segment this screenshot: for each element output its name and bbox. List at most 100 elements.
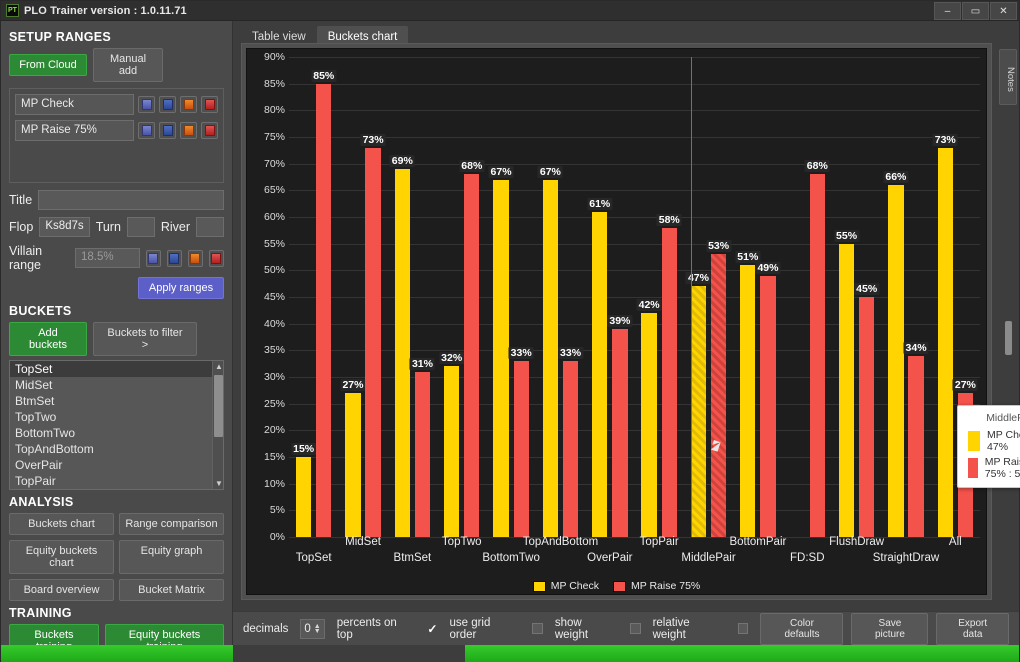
chevron-down-icon[interactable]: ▼ — [314, 628, 321, 635]
use-grid-order-label: use grid order — [449, 616, 491, 641]
bar-toppair-raise[interactable] — [661, 227, 677, 537]
use-grid-order-checkbox[interactable] — [531, 623, 543, 634]
analysis-button-equity-buckets-chart[interactable]: Equity buckets chart — [9, 540, 114, 574]
bar-midset-check[interactable] — [345, 393, 361, 537]
buckets-to-filter-button[interactable]: Buckets to filter > — [93, 322, 197, 356]
bucket-list-item[interactable]: BtmSet — [10, 393, 223, 409]
save-icon[interactable] — [138, 122, 155, 139]
analysis-button-range-comparison[interactable]: Range comparison — [119, 513, 224, 535]
export-data-button[interactable]: Export data — [936, 612, 1010, 645]
decimals-stepper[interactable]: 0 ▲ ▼ — [300, 618, 325, 639]
bar-bottompair-check[interactable] — [740, 265, 756, 537]
bar-topandbottom-check[interactable] — [542, 179, 559, 537]
open-icon[interactable] — [187, 249, 203, 267]
analysis-button-bucket-matrix[interactable]: Bucket Matrix — [119, 579, 224, 601]
percents-on-top-checkbox[interactable]: ✓ — [427, 622, 437, 636]
x-axis-label: BottomPair — [729, 536, 787, 548]
flop-input[interactable]: Ks8d7s — [39, 217, 90, 237]
bar-topset-check[interactable] — [295, 457, 312, 537]
bar-straightdraw-check[interactable] — [888, 185, 904, 537]
board-field-row: Flop Ks8d7s Turn River — [9, 217, 224, 237]
analysis-button-board-overview[interactable]: Board overview — [9, 579, 114, 601]
bar-topset-raise[interactable] — [316, 83, 332, 537]
range-name-input-1[interactable]: MP Raise 75% — [15, 120, 134, 141]
add-buckets-button[interactable]: Add buckets — [9, 322, 87, 356]
buckets-buttons: Add buckets Buckets to filter > — [9, 322, 224, 356]
turn-label: Turn — [95, 220, 121, 234]
delete-icon[interactable] — [208, 249, 224, 267]
save-picture-button[interactable]: Save picture — [851, 612, 929, 645]
bar-flushdraw-check[interactable] — [838, 243, 855, 537]
y-axis-tick-label: 60% — [263, 210, 285, 223]
villain-range-input[interactable]: 18.5% — [75, 248, 140, 268]
stepper-arrows[interactable]: ▲ ▼ — [314, 623, 321, 635]
save-icon[interactable] — [145, 249, 161, 267]
delete-icon[interactable] — [201, 96, 218, 113]
analysis-heading: ANALYSIS — [9, 495, 74, 509]
scrollbar-thumb[interactable] — [214, 375, 223, 437]
bar-middlepair-check[interactable] — [690, 286, 707, 537]
delete-icon[interactable] — [201, 122, 218, 139]
bucket-list-item[interactable]: OverPair — [10, 457, 223, 473]
bar-btmset-check[interactable] — [394, 169, 410, 537]
bucket-list-item[interactable]: TopTwo — [10, 409, 223, 425]
bar-bottompair-raise[interactable] — [760, 275, 776, 537]
bucket-list-item[interactable]: BottomTwo — [10, 425, 223, 441]
copy-icon[interactable] — [166, 249, 182, 267]
bar-overpair-raise[interactable] — [612, 329, 628, 537]
range-name-input-0[interactable]: MP Check — [15, 94, 134, 115]
manual-add-button[interactable]: Manual add — [93, 48, 163, 82]
bar-btmset-raise[interactable] — [414, 371, 431, 537]
chart-scrollbar-thumb[interactable] — [1005, 321, 1012, 355]
chart-plot-area[interactable]: 0% 5% 10% 15% 20% 25% 30% 35% 40% 45% 50% 55% 60% 65%… — [246, 48, 1020, 595]
bar-toptwo-raise[interactable] — [464, 174, 480, 537]
open-icon[interactable] — [180, 96, 197, 113]
bar-all-check[interactable] — [937, 147, 953, 537]
show-weight-checkbox[interactable] — [629, 623, 641, 634]
status-progress-bar — [1, 645, 233, 662]
bar-toptwo-check[interactable] — [444, 366, 460, 537]
chevron-up-icon[interactable]: ▲ — [215, 362, 223, 371]
copy-icon[interactable] — [159, 96, 176, 113]
bucket-list-item[interactable]: MiddlePair — [10, 489, 223, 490]
bar-midset-raise[interactable] — [365, 147, 381, 537]
bucket-list-item[interactable]: TopPair — [10, 473, 223, 489]
color-defaults-button[interactable]: Color defaults — [760, 612, 844, 645]
flop-label: Flop — [9, 220, 34, 234]
open-icon[interactable] — [180, 122, 197, 139]
y-axis-tick-label: 70% — [263, 157, 285, 170]
copy-icon[interactable] — [159, 122, 176, 139]
y-axis-tick-label: 55% — [263, 237, 285, 250]
villain-range-row: Villain range 18.5% — [9, 244, 224, 272]
apply-ranges-button[interactable]: Apply ranges — [138, 277, 224, 299]
bar-straightdraw-raise[interactable] — [908, 355, 924, 537]
relative-weight-checkbox[interactable] — [737, 623, 749, 634]
bar-topandbottom-raise[interactable] — [562, 361, 579, 537]
bar-flushdraw-raise[interactable] — [859, 297, 875, 537]
bucket-list-item[interactable]: MidSet — [10, 377, 223, 393]
bar-bottomtwo-check[interactable] — [493, 179, 509, 537]
title-input[interactable] — [38, 190, 224, 210]
y-axis-tick-label: 10% — [263, 477, 285, 490]
maximize-button[interactable]: ▭ — [962, 1, 989, 20]
bar-overpair-check[interactable] — [592, 211, 608, 537]
analysis-button-equity-graph[interactable]: Equity graph — [119, 540, 224, 574]
title-bar: PT PLO Trainer version : 1.0.11.71 – ▭ ✕ — [1, 1, 1019, 21]
notes-tab[interactable]: Notes — [999, 49, 1017, 105]
buckets-list-scrollbar[interactable]: ▲ ▼ — [212, 361, 223, 489]
bar-middlepair-raise[interactable] — [710, 254, 727, 537]
minimize-button[interactable]: – — [934, 1, 961, 20]
river-input[interactable] — [196, 217, 224, 237]
turn-input[interactable] — [126, 217, 155, 237]
bar-bottomtwo-raise[interactable] — [513, 361, 529, 537]
buckets-list[interactable]: TopSet MidSet BtmSet TopTwo BottomTwo TopAndB… — [9, 360, 224, 490]
analysis-button-buckets-chart[interactable]: Buckets chart — [9, 513, 114, 535]
bar-fd-sd-raise[interactable] — [809, 174, 825, 537]
bucket-list-item[interactable]: TopAndBottom — [10, 441, 223, 457]
bucket-list-item[interactable]: TopSet — [10, 361, 223, 377]
from-cloud-button[interactable]: From Cloud — [9, 54, 87, 76]
close-button[interactable]: ✕ — [990, 1, 1017, 20]
save-icon[interactable] — [138, 96, 155, 113]
chevron-down-icon[interactable]: ▼ — [215, 479, 223, 488]
bar-toppair-check[interactable] — [641, 313, 657, 537]
